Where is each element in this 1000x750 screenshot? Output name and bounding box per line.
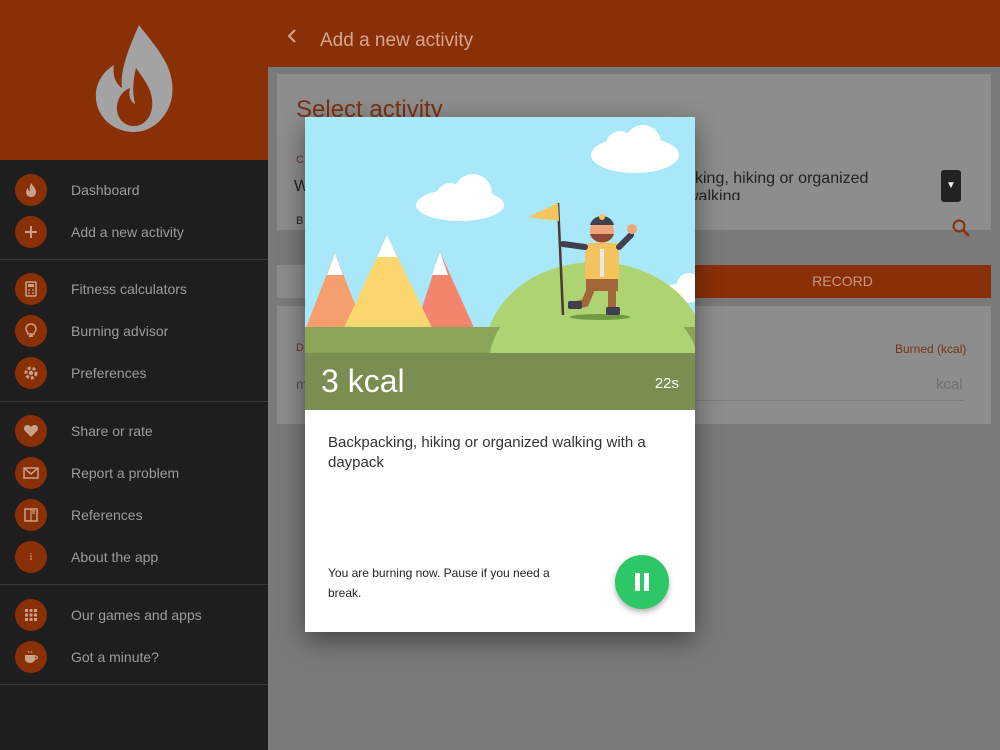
calculator-icon xyxy=(15,273,47,305)
kcal-input-unit[interactable]: kcal xyxy=(936,376,963,393)
burned-header: Burned (kcal) xyxy=(895,342,967,356)
sidebar-item-burning-advisor[interactable]: Burning advisor xyxy=(0,310,268,352)
elapsed-time: 22s xyxy=(654,375,679,392)
activity-dropdown-value[interactable]: cking, hiking or organized walking daypa… xyxy=(687,170,917,200)
sidebar-item-got-a-minute[interactable]: Got a minute? xyxy=(0,636,268,678)
sidebar-item-share-rate[interactable]: Share or rate xyxy=(0,410,268,452)
sidebar-divider xyxy=(0,684,268,685)
sidebar-item-label: Got a minute? xyxy=(71,649,159,665)
heart-icon xyxy=(15,415,47,447)
sidebar-item-references[interactable]: References xyxy=(0,494,268,536)
search-icon[interactable] xyxy=(951,218,971,238)
page-title: Add a new activity xyxy=(320,30,474,51)
sidebar-item-label: About the app xyxy=(71,549,159,565)
sidebar-item-label: Share or rate xyxy=(71,423,153,439)
gear-icon xyxy=(15,357,47,389)
sidebar-item-dashboard[interactable]: Dashboard xyxy=(0,169,268,211)
coffee-icon xyxy=(15,641,47,673)
back-arrow-icon[interactable] xyxy=(284,28,300,44)
sidebar-item-label: Burning advisor xyxy=(71,323,169,339)
sidebar-item-add-activity[interactable]: Add a new activity xyxy=(0,211,268,253)
sidebar-item-games-apps[interactable]: Our games and apps xyxy=(0,594,268,636)
sidebar-divider xyxy=(0,584,268,585)
envelope-icon xyxy=(15,457,47,489)
sidebar-item-label: Our games and apps xyxy=(71,607,202,623)
sidebar-divider xyxy=(0,401,268,402)
drawer-header xyxy=(0,0,268,160)
dropdown-arrow-icon[interactable]: ▼ xyxy=(941,170,961,202)
flame-icon xyxy=(15,174,47,206)
lightbulb-icon xyxy=(15,315,47,347)
sidebar-item-label: References xyxy=(71,507,143,523)
sidebar-item-label: Fitness calculators xyxy=(71,281,187,297)
book-icon xyxy=(15,499,47,531)
sidebar-item-report-problem[interactable]: Report a problem xyxy=(0,452,268,494)
sidebar-item-label: Add a new activity xyxy=(71,224,184,240)
input-underline xyxy=(687,400,964,401)
sidebar-item-fitness-calculators[interactable]: Fitness calculators xyxy=(0,268,268,310)
activity-name: Backpacking, hiking or organized walking… xyxy=(328,434,646,471)
burned-kcal-value: 3 kcal xyxy=(321,363,405,399)
kcal-band: 3 kcal 22s xyxy=(305,353,695,410)
flame-logo-icon xyxy=(95,25,173,132)
sidebar-item-label: Report a problem xyxy=(71,465,180,481)
plus-icon xyxy=(15,216,47,248)
pause-icon xyxy=(635,573,649,591)
category-label: C xyxy=(296,154,304,166)
grid-icon xyxy=(15,599,47,631)
navigation-drawer: Dashboard Add a new activity Fitness cal… xyxy=(0,0,268,750)
app-toolbar: Add a new activity xyxy=(268,0,1000,67)
hiker-illustration: 3 kcal 22s xyxy=(305,117,695,410)
activity-timer-dialog: 3 kcal 22s Backpacking, hiking or organi… xyxy=(305,117,695,632)
sidebar-item-label: Preferences xyxy=(71,365,147,381)
sidebar-item-about[interactable]: i About the app xyxy=(0,536,268,578)
date-header: D xyxy=(296,342,304,354)
info-icon: i xyxy=(15,541,47,573)
sidebar-item-label: Dashboard xyxy=(71,182,140,198)
search-label: B xyxy=(296,215,304,227)
status-message: You are burning now. Pause if you need a… xyxy=(328,566,550,600)
pause-button[interactable] xyxy=(615,555,669,609)
sidebar-item-preferences[interactable]: Preferences xyxy=(0,352,268,394)
sidebar-divider xyxy=(0,259,268,260)
record-button[interactable]: RECORD xyxy=(694,265,991,298)
